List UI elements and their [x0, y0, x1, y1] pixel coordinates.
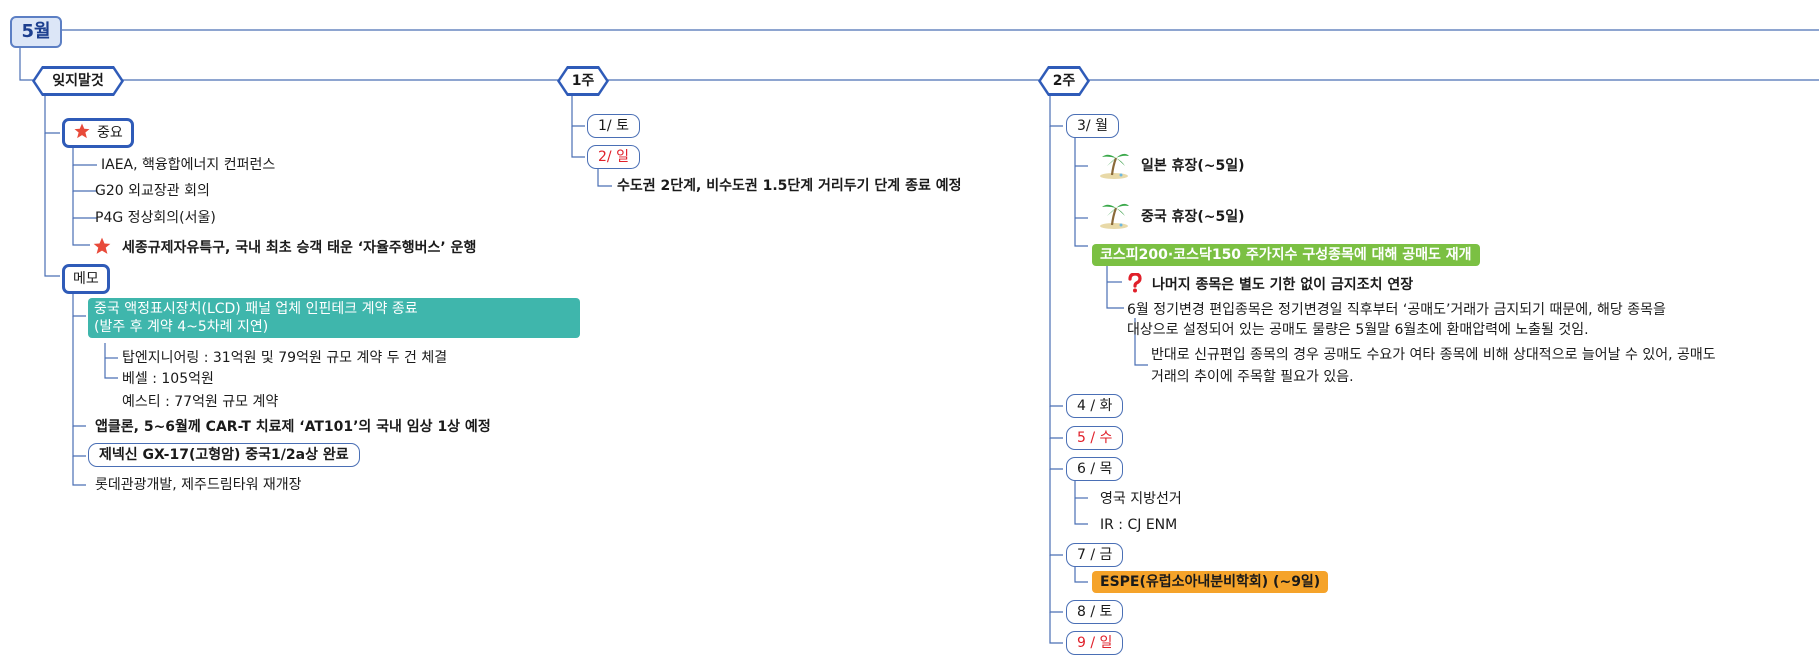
branch-week1-label: 1주: [560, 69, 606, 93]
important-item-1: IAEA, 핵융합에너지 컨퍼런스: [101, 157, 276, 173]
branch-checklist[interactable]: 잊지말것: [32, 66, 124, 96]
lcd-contract-line-2: (발주 후 계약 4~5차례 지연): [94, 319, 269, 335]
week1-day-1[interactable]: 1/ 토: [587, 114, 640, 138]
week2-ir-cjenm: IR : CJ ENM: [1100, 517, 1178, 533]
star-icon: [93, 237, 111, 254]
rebalance-note-line-2: 대상으로 설정되어 있는 공매도 물량은 5월말 6월초에 환매압력에 노출될 …: [1127, 322, 1589, 338]
memo-node[interactable]: 메모: [62, 264, 110, 294]
espe-conference-note[interactable]: ESPE(유럽소아내분비학회) (~9일): [1092, 571, 1329, 593]
important-label: 중요: [97, 125, 123, 141]
lcd-contract-line-1: 중국 액정표시장치(LCD) 패널 업체 인핀테크 계약 종료: [94, 301, 418, 317]
week2-day-sun[interactable]: 9 / 일: [1066, 631, 1124, 655]
important-item-4: 세종규제자유특구, 국내 최초 승객 태운 ‘자율주행버스’ 운행: [92, 236, 476, 257]
week2-china-holiday: 중국 휴장(~5일): [1141, 209, 1245, 225]
week1-day-2-note: 수도권 2단계, 비수도권 1.5단계 거리두기 단계 종료 예정: [617, 178, 962, 194]
rebalance-note-line-1: 6월 정기변경 편입종목은 정기변경일 직후부터 ‘공매도’거래가 금지되기 때…: [1127, 302, 1666, 318]
week2-day-mon[interactable]: 3/ 월: [1066, 114, 1119, 138]
lcd-contract-note[interactable]: 중국 액정표시장치(LCD) 패널 업체 인핀테크 계약 종료 (발주 후 계약…: [88, 298, 580, 338]
newly-included-line-2: 거래의 추이에 주목할 필요가 있음.: [1151, 369, 1354, 385]
branch-checklist-label: 잊지말것: [35, 69, 121, 93]
memo-sub-1: 탑엔지니어링 : 31억원 및 79억원 규모 계약 두 건 체결: [122, 350, 448, 366]
palm-tree-icon: [1100, 203, 1129, 229]
question-icon: [1128, 272, 1142, 293]
memo-item-lotte: 롯데관광개발, 제주드림타워 재개장: [95, 477, 302, 493]
week2-day-sat[interactable]: 8 / 토: [1066, 600, 1124, 624]
memo-item-abclon: 앱클론, 5~6월께 CAR-T 치료제 ‘AT101’의 국내 임상 1상 예…: [95, 419, 491, 435]
memo-label: 메모: [73, 271, 99, 287]
memo-sub-3: 예스티 : 77억원 규모 계약: [122, 394, 279, 410]
rest-stocks-note: 나머지 종목은 별도 기한 없이 금지조치 연장: [1126, 272, 1413, 294]
newly-included-line-1: 반대로 신규편입 종목의 경우 공매도 수요가 여타 종목에 비해 상대적으로 …: [1151, 347, 1716, 363]
branch-week2-label: 2주: [1041, 69, 1087, 93]
branch-week2[interactable]: 2주: [1038, 66, 1090, 96]
important-item-3: P4G 정상회의(서울): [95, 210, 216, 226]
memo-item-genexine[interactable]: 제넥신 GX-17(고형암) 중국1/2a상 완료: [88, 443, 360, 467]
branch-week1[interactable]: 1주: [557, 66, 609, 96]
week2-day-fri[interactable]: 7 / 금: [1066, 543, 1124, 567]
week2-day-tue[interactable]: 4 / 화: [1066, 394, 1124, 418]
short-sale-resume-note[interactable]: 코스피200·코스닥150 주가지수 구성종목에 대해 공매도 재개: [1092, 244, 1480, 266]
palm-tree-icon: [1100, 153, 1129, 179]
week2-japan-holiday: 일본 휴장(~5일): [1141, 158, 1245, 174]
week2-day-wed[interactable]: 5 / 수: [1066, 426, 1124, 450]
root-node-may[interactable]: 5월: [10, 16, 62, 48]
memo-sub-2: 베셀 : 105억원: [122, 371, 214, 387]
important-item-2: G20 외교장관 회의: [95, 183, 210, 199]
star-icon: [74, 123, 90, 139]
important-node[interactable]: 중요: [62, 118, 134, 148]
week1-day-2[interactable]: 2/ 일: [587, 145, 640, 169]
week2-uk-election: 영국 지방선거: [1100, 491, 1182, 507]
week2-day-thu[interactable]: 6 / 목: [1066, 457, 1124, 481]
